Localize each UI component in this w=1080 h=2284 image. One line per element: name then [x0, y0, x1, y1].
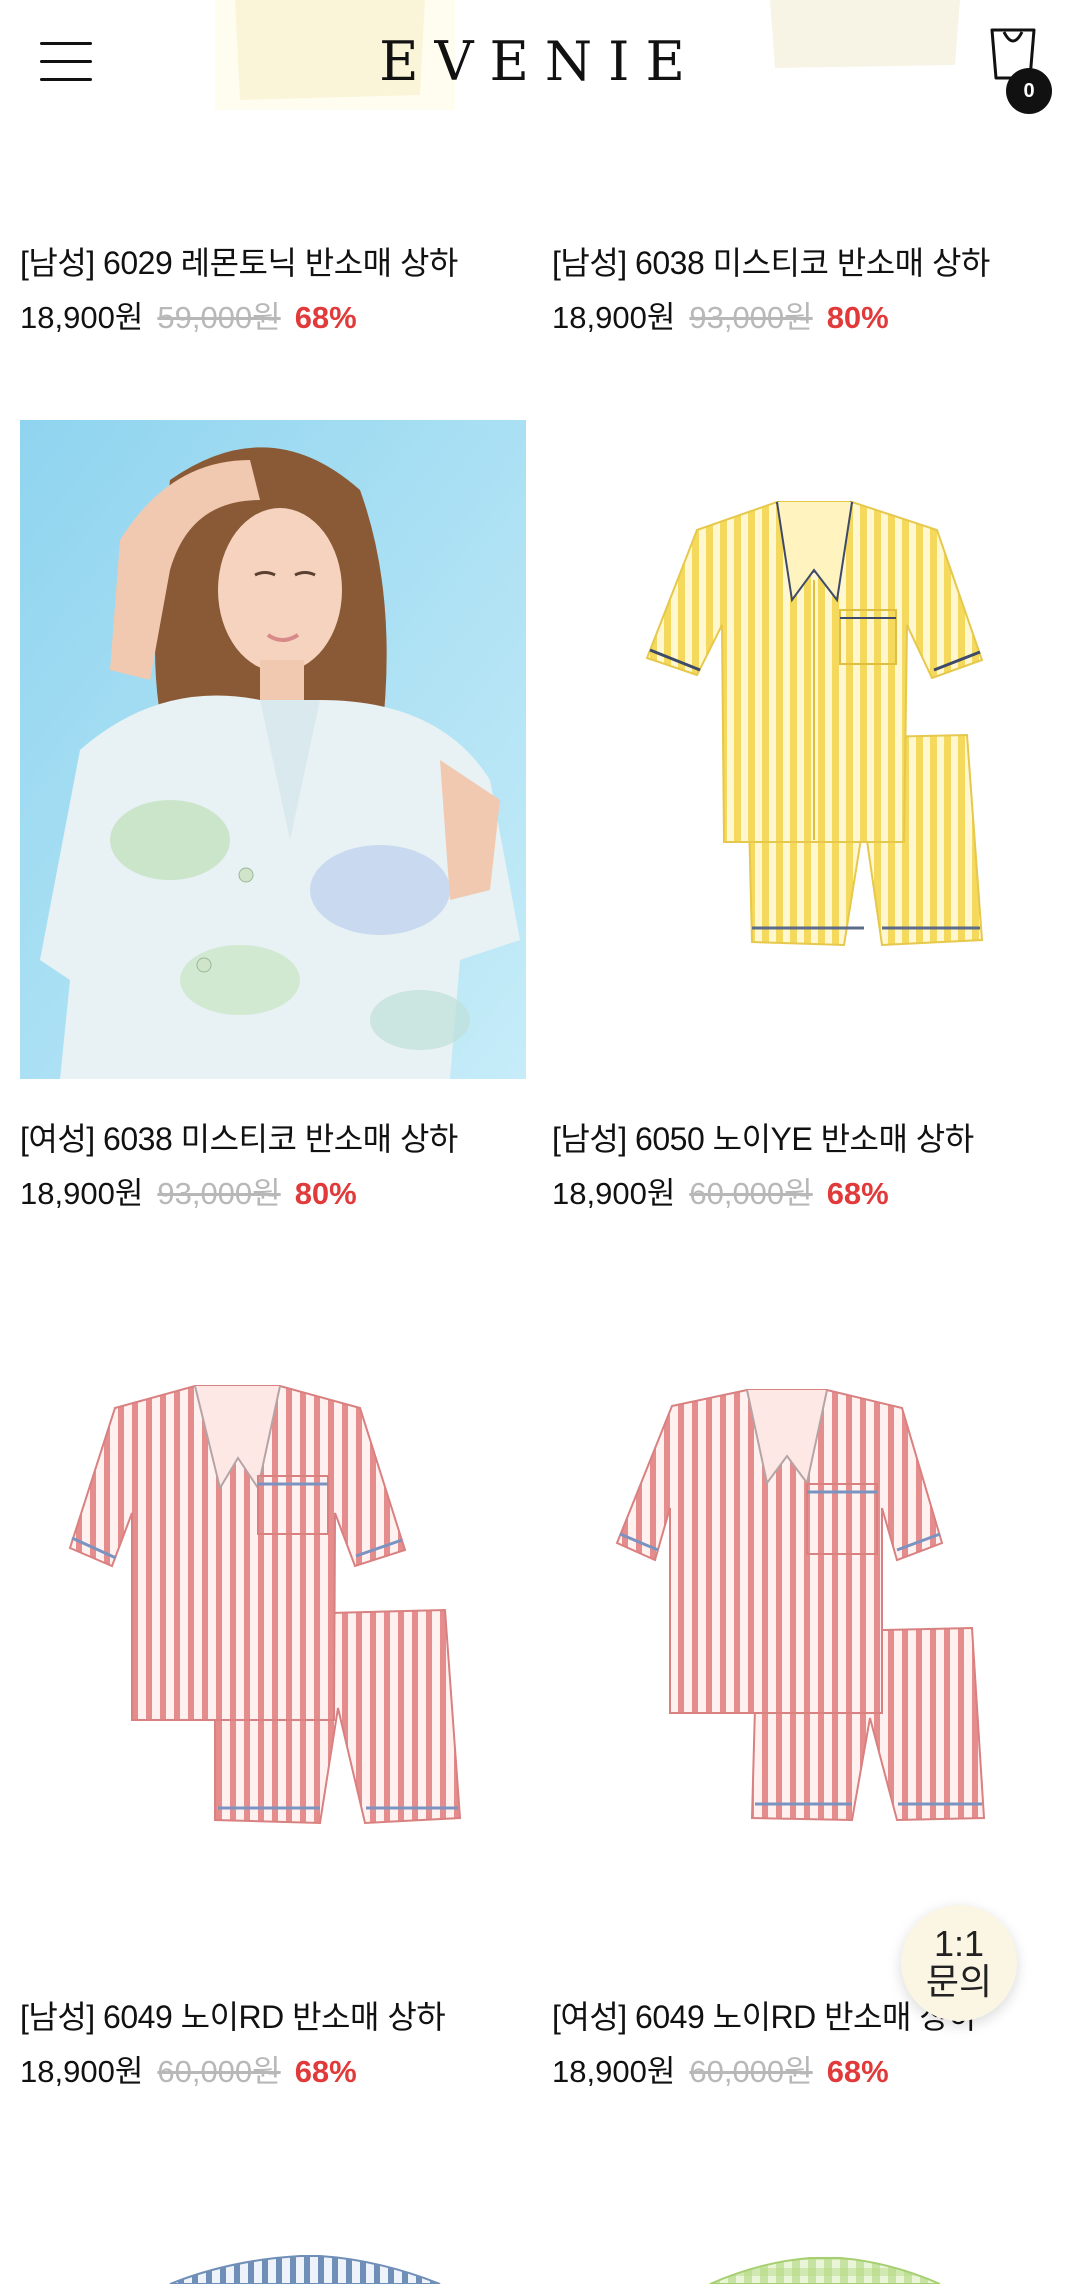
- product-prices: 18,900원 60,000원 68%: [552, 2046, 889, 2091]
- product-prices: 18,900원 60,000원 68%: [552, 1168, 889, 1213]
- original-price: 93,000원: [689, 300, 813, 335]
- cart-button[interactable]: 0: [980, 26, 1052, 116]
- inquiry-chat-button[interactable]: 1:1 문의: [901, 1905, 1017, 2021]
- product-image[interactable]: [552, 1298, 1058, 1957]
- yellow-pajama-image: [552, 420, 1058, 1079]
- blue-pajama-image: [169, 2255, 441, 2284]
- discount-rate: 68%: [826, 1176, 889, 1211]
- original-price: 60,000원: [689, 1176, 813, 1211]
- product-name[interactable]: [남성] 6049 노이RD 반소매 상하: [20, 1992, 446, 2038]
- sale-price: 18,900원: [20, 2054, 144, 2089]
- inquiry-label-1: 1:1: [933, 1923, 985, 1964]
- original-price: 59,000원: [157, 300, 281, 335]
- sale-price: 18,900원: [552, 300, 676, 335]
- discount-rate: 68%: [294, 2054, 357, 2089]
- inquiry-label-2: 문의: [925, 1961, 993, 2002]
- discount-rate: 68%: [294, 300, 357, 335]
- cart-count-badge: 0: [1006, 68, 1052, 114]
- product-image-next[interactable]: [150, 2250, 450, 2284]
- product-prices: 18,900원 60,000원 68%: [20, 2046, 357, 2091]
- original-price: 60,000원: [689, 2054, 813, 2089]
- product-name[interactable]: [남성] 6050 노이YE 반소매 상하: [552, 1114, 974, 1160]
- pink-pajama-image: [552, 1298, 1058, 1957]
- pink-pajama-image: [20, 1298, 526, 1957]
- product-name[interactable]: [남성] 6038 미스티코 반소매 상하: [552, 238, 990, 284]
- green-pajama-image: [709, 2257, 941, 2284]
- discount-rate: 80%: [826, 300, 889, 335]
- sale-price: 18,900원: [552, 2054, 676, 2089]
- original-price: 93,000원: [157, 1176, 281, 1211]
- discount-rate: 68%: [826, 2054, 889, 2089]
- product-prices: 18,900원 59,000원 68%: [20, 292, 357, 337]
- sale-price: 18,900원: [20, 1176, 144, 1211]
- product-prices: 18,900원 93,000원 80%: [20, 1168, 357, 1213]
- product-name[interactable]: [남성] 6029 레몬토닉 반소매 상하: [20, 238, 458, 284]
- sale-price: 18,900원: [20, 300, 144, 335]
- product-prices: 18,900원 93,000원 80%: [552, 292, 889, 337]
- product-image[interactable]: [20, 1298, 526, 1957]
- product-image[interactable]: [552, 420, 1058, 1079]
- brand-logo[interactable]: EVENIE: [0, 30, 1080, 93]
- product-name[interactable]: [여성] 6038 미스티코 반소매 상하: [20, 1114, 458, 1160]
- original-price: 60,000원: [157, 2054, 281, 2089]
- model-photo-image: [20, 420, 526, 1079]
- sale-price: 18,900원: [552, 1176, 676, 1211]
- top-header: EVENIE 0: [0, 0, 1080, 135]
- discount-rate: 80%: [294, 1176, 357, 1211]
- product-image-next[interactable]: [680, 2252, 980, 2284]
- product-image[interactable]: [20, 420, 526, 1079]
